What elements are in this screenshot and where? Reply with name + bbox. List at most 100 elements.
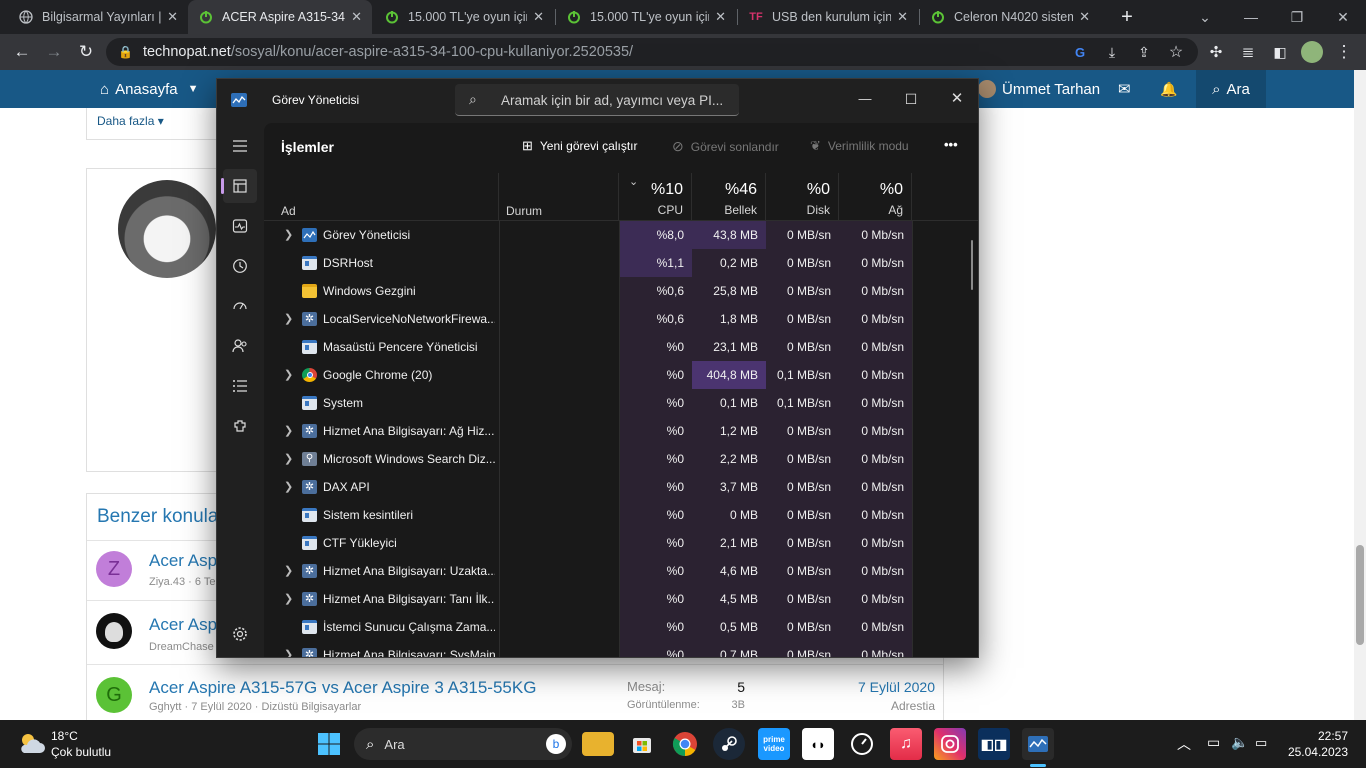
- instagram-icon[interactable]: [934, 728, 966, 760]
- table-row[interactable]: ❯ ✲ Hizmet Ana Bilgisayarı: SysMain %0 0,7 M…: [264, 641, 978, 657]
- processes-nav-icon[interactable]: [221, 169, 257, 203]
- close-tab-icon[interactable]: ✕: [167, 9, 178, 25]
- battery-icon[interactable]: ▭: [1255, 735, 1267, 751]
- chevron-right-icon[interactable]: ❯: [284, 557, 293, 585]
- chevron-right-icon[interactable]: ❯: [284, 417, 293, 445]
- restore-icon[interactable]: ❐: [1274, 0, 1320, 34]
- prime-video-app-icon[interactable]: ◧◨: [978, 728, 1010, 760]
- table-row[interactable]: ❯ ✲ Hizmet Ana Bilgisayarı: Tanı İlk... %0 4…: [264, 585, 978, 613]
- close-tab-icon[interactable]: ✕: [897, 9, 908, 25]
- startup-apps-nav-icon[interactable]: [223, 289, 257, 323]
- address-bar[interactable]: 🔒 technopat.net/sosyal/konu/acer-aspire-…: [106, 38, 1198, 66]
- close-tab-icon[interactable]: ✕: [351, 9, 362, 25]
- table-row[interactable]: ❯ ✲ Hizmet Ana Bilgisayarı: Ağ Hiz... %0 1,2…: [264, 417, 978, 445]
- nav-more-link[interactable]: Daha fazla ▾: [97, 114, 164, 128]
- thread-title[interactable]: Acer Aspire A315-57G vs Acer Aspire 3 A3…: [149, 678, 536, 698]
- windows-start-icon[interactable]: [313, 728, 345, 760]
- chevron-right-icon[interactable]: ❯: [284, 641, 293, 657]
- table-row[interactable]: ❯ Google Chrome (20) %0 404,8 MB 0,1 MB/sn 0 …: [264, 361, 978, 389]
- steam-icon[interactable]: [713, 728, 745, 760]
- page-scrollbar[interactable]: [1354, 70, 1366, 720]
- speaker-icon[interactable]: 🔈: [1231, 734, 1248, 751]
- hamburger-menu-icon[interactable]: [223, 129, 257, 163]
- performance-nav-icon[interactable]: [223, 209, 257, 243]
- column-header-name[interactable]: Ad: [264, 173, 499, 221]
- media-control-icon[interactable]: ≣: [1234, 38, 1262, 66]
- efficiency-mode-button[interactable]: ❦ Verimlilik modu: [810, 138, 909, 154]
- avatar[interactable]: [118, 180, 216, 278]
- minimize-icon[interactable]: —: [849, 85, 881, 113]
- close-tab-icon[interactable]: ✕: [1079, 9, 1090, 25]
- chevron-right-icon[interactable]: ❯: [284, 473, 293, 501]
- display-icon[interactable]: ▭: [1207, 734, 1220, 751]
- bell-icon[interactable]: 🔔: [1160, 70, 1177, 108]
- back-arrow-icon[interactable]: ←: [8, 38, 36, 66]
- table-row[interactable]: Sistem kesintileri %0 0 MB 0 MB/sn 0 Mb/sn: [264, 501, 978, 529]
- table-row[interactable]: DSRHost %1,1 0,2 MB 0 MB/sn 0 Mb/sn: [264, 249, 978, 277]
- browser-tab[interactable]: 15.000 TL'ye oyun için ✕: [556, 0, 736, 34]
- new-tab-button[interactable]: +: [1104, 0, 1150, 34]
- profile-avatar[interactable]: [1298, 38, 1326, 66]
- close-window-icon[interactable]: ✕: [1320, 0, 1366, 34]
- column-header-disk[interactable]: %0 Disk: [766, 173, 839, 221]
- prime-video-icon[interactable]: prime video: [758, 728, 790, 760]
- clock-date[interactable]: 25.04.2023: [1288, 745, 1348, 759]
- google-lens-icon[interactable]: G: [1066, 38, 1094, 66]
- browser-tab[interactable]: Bilgisarmal Yayınları | \ ✕: [8, 0, 188, 34]
- close-tab-icon[interactable]: ✕: [533, 9, 544, 25]
- chevron-right-icon[interactable]: ❯: [284, 221, 293, 249]
- taskbar-search[interactable]: ⌕ Ara b: [354, 728, 572, 760]
- settings-gear-icon[interactable]: [223, 617, 257, 651]
- column-header-status[interactable]: Durum: [499, 173, 619, 221]
- column-header-memory[interactable]: %46 Bellek: [692, 173, 766, 221]
- lock-icon[interactable]: 🔒: [118, 45, 133, 59]
- avatar[interactable]: [96, 613, 132, 649]
- table-row[interactable]: Masaüstü Pencere Yöneticisi %0 23,1 MB 0 MB…: [264, 333, 978, 361]
- process-list-scrollbar[interactable]: [971, 240, 973, 290]
- table-row[interactable]: CTF Yükleyici %0 2,1 MB 0 MB/sn 0 Mb/sn: [264, 529, 978, 557]
- table-row[interactable]: ❯ ✲ LocalServiceNoNetworkFirewa... %0,6 1,8 …: [264, 305, 978, 333]
- users-nav-icon[interactable]: [223, 329, 257, 363]
- end-task-button[interactable]: ⊘ Görevi sonlandır: [672, 138, 779, 155]
- thread-title[interactable]: Acer Aspi: [149, 615, 221, 635]
- file-explorer-icon[interactable]: [582, 732, 614, 756]
- browser-tab[interactable]: 15.000 TL'ye oyun için ✕: [374, 0, 554, 34]
- weather-cloud-icon[interactable]: [16, 729, 46, 757]
- browser-tab[interactable]: TF USB den kurulum için ✕: [738, 0, 918, 34]
- thread-author[interactable]: Gghytt: [149, 701, 181, 713]
- browser-tab[interactable]: Celeron N4020 sistem ✕: [920, 0, 1100, 34]
- chrome-icon[interactable]: [669, 728, 701, 760]
- avatar[interactable]: Z: [96, 551, 132, 587]
- install-app-icon[interactable]: ⤓: [1098, 38, 1126, 66]
- thread-forum[interactable]: Dizüstü Bilgisayarlar: [262, 701, 362, 713]
- close-window-icon[interactable]: ✕: [941, 85, 973, 113]
- column-header-network[interactable]: %0 Ağ: [839, 173, 912, 221]
- microsoft-store-icon[interactable]: [626, 728, 658, 760]
- table-row[interactable]: ❯ Görev Yöneticisi %8,0 43,8 MB 0 MB/sn 0 Mb/…: [264, 221, 978, 249]
- nav-home[interactable]: ⌂ Anasayfa ▼: [100, 70, 199, 108]
- more-options-button[interactable]: •••: [944, 137, 958, 152]
- chevron-right-icon[interactable]: ❯: [284, 305, 293, 333]
- close-tab-icon[interactable]: ✕: [715, 9, 726, 25]
- browser-tab-active[interactable]: ACER Aspire A315-34 ✕: [188, 0, 372, 34]
- chevron-right-icon[interactable]: ❯: [284, 361, 293, 389]
- mail-icon[interactable]: ✉: [1118, 70, 1131, 108]
- table-row[interactable]: ❯ ✲ Hizmet Ana Bilgisayarı: Uzakta... %0 4,6…: [264, 557, 978, 585]
- app-history-nav-icon[interactable]: [223, 249, 257, 283]
- chevron-right-icon[interactable]: ❯: [284, 585, 293, 613]
- services-nav-icon[interactable]: [223, 409, 257, 443]
- browser-menu-icon[interactable]: ⋮: [1330, 38, 1358, 66]
- maximize-icon[interactable]: ☐: [895, 85, 927, 113]
- taskmgr-icon[interactable]: [1022, 728, 1054, 760]
- avatar[interactable]: G: [96, 677, 132, 713]
- dolby-icon[interactable]: ◖◗: [802, 728, 834, 760]
- table-row[interactable]: ❯ ✲ DAX API %0 3,7 MB 0 MB/sn 0 Mb/sn: [264, 473, 978, 501]
- details-nav-icon[interactable]: [223, 369, 257, 403]
- tab-search-chevron-icon[interactable]: ⌄: [1182, 0, 1228, 34]
- nav-search[interactable]: ⌕ Ara: [1196, 70, 1266, 108]
- last-post-date[interactable]: 7 Eylül 2020: [858, 679, 935, 695]
- table-row[interactable]: İstemci Sunucu Çalışma Zama... %0 0,5 MB 0 …: [264, 613, 978, 641]
- speedometer-icon[interactable]: [846, 728, 878, 760]
- thread-title[interactable]: Acer Aspi: [149, 551, 221, 571]
- table-row[interactable]: Windows Gezgini %0,6 25,8 MB 0 MB/sn 0 Mb/sn: [264, 277, 978, 305]
